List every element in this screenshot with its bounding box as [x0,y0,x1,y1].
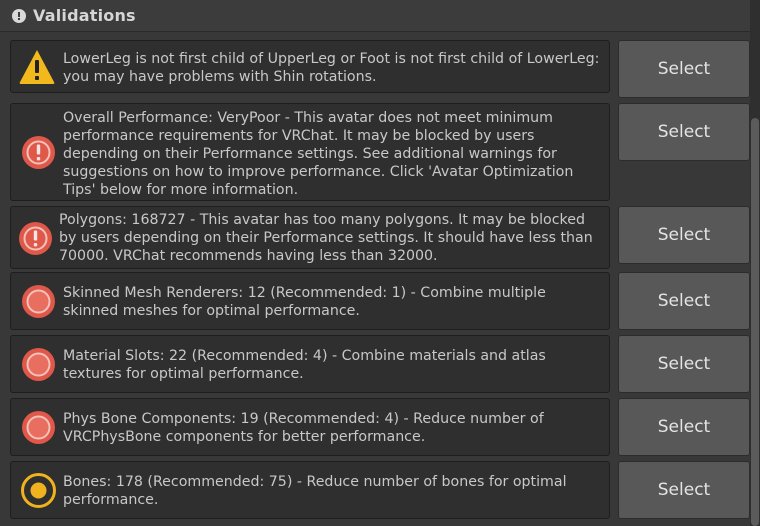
validation-message: Bones: 178 (Recommended: 75) - Reduce nu… [10,461,610,519]
scrollbar-track[interactable] [750,0,760,526]
select-button[interactable]: Select [618,335,750,393]
validation-message-text: Polygons: 168727 - This avatar has too m… [59,212,593,264]
validation-message: LowerLeg is not first child of UpperLeg … [10,40,610,93]
select-button[interactable]: Select [618,461,750,519]
validations-header[interactable]: Validations [0,0,750,32]
scrollbar-thumb[interactable] [751,118,759,526]
validation-message-text: Phys Bone Components: 19 (Recommended: 4… [63,411,544,445]
red-dot-icon [21,284,56,319]
section-title: Validations [33,6,136,25]
warning-triangle-icon [17,47,57,87]
validation-message-text: Material Slots: 22 (Recommended: 4) - Co… [63,348,546,382]
validation-message-text: Bones: 178 (Recommended: 75) - Reduce nu… [63,474,567,508]
validation-message-text: Overall Performance: VeryPoor - This ava… [63,110,574,198]
select-button[interactable]: Select [618,272,750,330]
select-button[interactable]: Select [618,40,750,98]
red-dot-icon [21,347,56,382]
validation-message: Polygons: 168727 - This avatar has too m… [10,206,610,269]
select-button[interactable]: Select [618,206,750,264]
validation-message-text: LowerLeg is not first child of UpperLeg … [63,51,600,85]
error-exclamation-icon [21,135,56,170]
validation-message: Skinned Mesh Renderers: 12 (Recommended:… [10,272,610,330]
red-dot-icon [21,410,56,445]
validation-message: Material Slots: 22 (Recommended: 4) - Co… [10,335,610,393]
validation-message-text: Skinned Mesh Renderers: 12 (Recommended:… [63,285,546,319]
select-button[interactable]: Select [618,103,750,161]
validation-message: Phys Bone Components: 19 (Recommended: 4… [10,398,610,456]
validation-message: Overall Performance: VeryPoor - This ava… [10,103,610,201]
select-button[interactable]: Select [618,398,750,456]
exclamation-circle-icon [12,8,26,23]
error-exclamation-icon [18,221,53,256]
yellow-dot-icon [21,473,56,508]
